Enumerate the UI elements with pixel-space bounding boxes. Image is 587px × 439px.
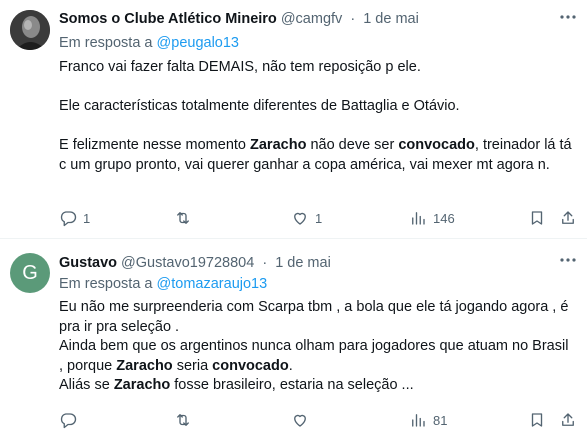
tweet-paragraph: E felizmente nesse momento Zaracho não d… xyxy=(59,136,574,175)
tweet-header: Somos o Clube Atlético Mineiro @camgfv ·… xyxy=(59,11,419,27)
highlight-term: convocado xyxy=(212,357,289,374)
tweet-date[interactable]: 1 de mai xyxy=(275,255,331,271)
repost-icon xyxy=(177,212,189,224)
tweet-paragraph: Ele características totalmente diferente… xyxy=(59,98,460,114)
tweet[interactable]: G Gustavo @Gustavo19728804 · 1 de mai Em… xyxy=(0,239,587,439)
bookmark-icon xyxy=(531,211,543,225)
author-handle[interactable]: @camgfv xyxy=(281,11,342,27)
reply-mention-link[interactable]: @peugalo13 xyxy=(157,35,239,51)
bookmark-button[interactable] xyxy=(528,409,546,431)
like-count: 1 xyxy=(315,210,323,226)
tweet-paragraph: Eu não me surpreenderia com Scarpa tbm ,… xyxy=(59,299,569,335)
text-run: Aliás se xyxy=(59,377,114,393)
avatar[interactable] xyxy=(10,10,50,50)
action-bar: 1 1 146 xyxy=(59,207,577,229)
tweet-paragraph: Aliás se Zaracho fosse brasileiro, estar… xyxy=(59,376,574,396)
tweet[interactable]: Somos o Clube Atlético Mineiro @camgfv ·… xyxy=(0,0,587,239)
author-name[interactable]: Somos o Clube Atlético Mineiro xyxy=(59,11,277,27)
repost-icon xyxy=(177,414,189,426)
views-icon xyxy=(412,414,425,427)
reply-button[interactable] xyxy=(59,409,83,431)
views-count: 81 xyxy=(433,412,448,428)
text-run: seria xyxy=(172,357,213,374)
text-run: . xyxy=(288,357,293,374)
reply-icon xyxy=(60,413,77,429)
tweet-text: Franco vai fazer falta DEMAIS, não tem r… xyxy=(59,58,574,175)
repost-button[interactable] xyxy=(174,409,198,431)
avatar[interactable]: G xyxy=(10,253,50,293)
more-icon[interactable] xyxy=(557,8,579,26)
views-icon xyxy=(412,212,425,225)
tweet-text: Eu não me surpreenderia com Scarpa tbm ,… xyxy=(59,298,574,396)
text-run: não deve ser xyxy=(306,137,399,153)
highlight-term: Zaracho xyxy=(113,377,171,393)
avatar-photo-icon xyxy=(10,10,50,50)
reply-context: Em resposta a @peugalo13 xyxy=(59,35,239,51)
reply-button[interactable]: 1 xyxy=(59,207,90,229)
text-run: fosse brasileiro, estaria na seleção ... xyxy=(170,377,414,393)
share-button[interactable] xyxy=(559,409,577,431)
separator: · xyxy=(262,255,268,271)
action-bar: 81 xyxy=(59,409,577,431)
highlight-term: convocado xyxy=(398,137,475,153)
views-button[interactable]: 146 xyxy=(409,207,455,229)
like-button[interactable] xyxy=(291,409,315,431)
tweet-paragraph: Franco vai fazer falta DEMAIS, não tem r… xyxy=(59,59,421,75)
avatar-letter: G xyxy=(22,262,38,284)
like-icon xyxy=(294,414,306,427)
repost-button[interactable] xyxy=(174,207,198,229)
author-name[interactable]: Gustavo xyxy=(59,255,117,271)
views-count: 146 xyxy=(433,210,455,226)
reply-prefix: Em resposta a xyxy=(59,276,153,292)
bookmark-button[interactable] xyxy=(528,207,546,229)
bookmark-icon xyxy=(531,413,543,427)
share-button[interactable] xyxy=(559,207,577,229)
share-icon xyxy=(562,211,574,224)
reply-prefix: Em resposta a xyxy=(59,35,153,51)
share-icon xyxy=(562,413,574,426)
highlight-term: Zaracho xyxy=(250,137,307,153)
views-button[interactable]: 81 xyxy=(409,409,447,431)
more-icon[interactable] xyxy=(557,251,579,269)
highlight-term: Zaracho xyxy=(116,357,173,374)
reply-icon xyxy=(60,211,77,227)
reply-mention-link[interactable]: @tomazaraujo13 xyxy=(157,276,268,292)
separator: · xyxy=(350,11,356,27)
like-button[interactable]: 1 xyxy=(291,207,322,229)
like-icon xyxy=(294,212,306,225)
author-handle[interactable]: @Gustavo19728804 xyxy=(121,255,254,271)
tweet-paragraph: Ainda bem que os argentinos nunca olham … xyxy=(59,337,574,376)
tweet-header: Gustavo @Gustavo19728804 · 1 de mai xyxy=(59,255,331,271)
tweet-date[interactable]: 1 de mai xyxy=(363,11,419,27)
text-run: E felizmente nesse momento xyxy=(59,137,251,153)
reply-count: 1 xyxy=(83,210,91,226)
reply-context: Em resposta a @tomazaraujo13 xyxy=(59,276,267,292)
